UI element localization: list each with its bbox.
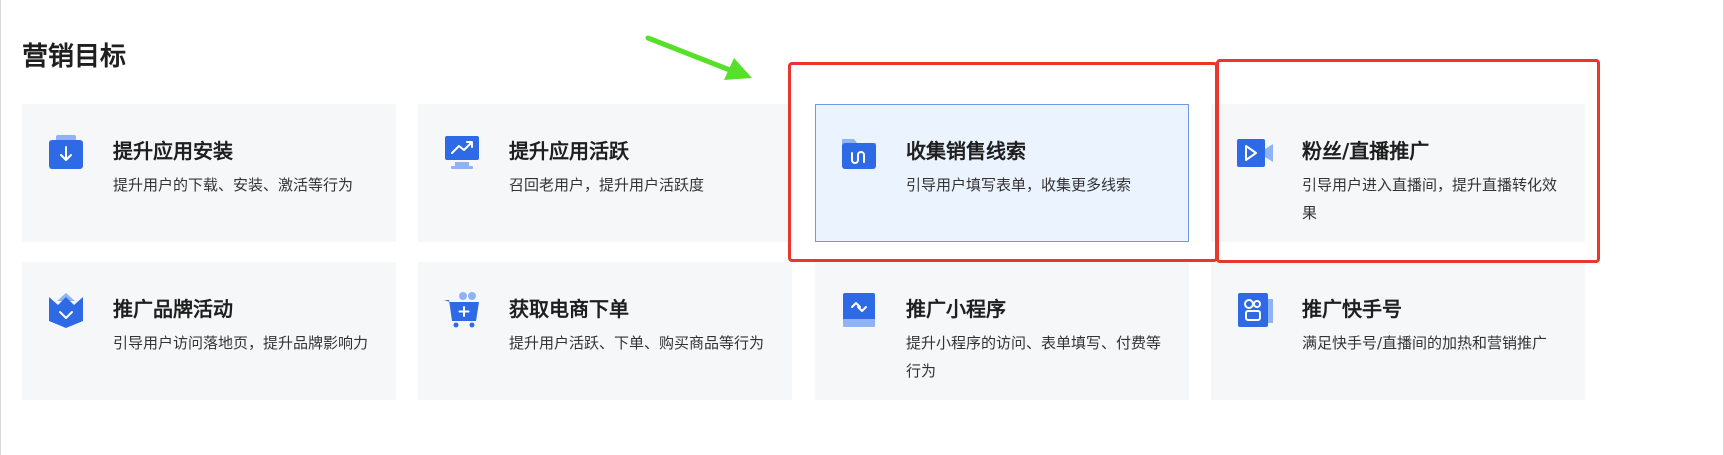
card-description: 召回老用户，提升用户活跃度	[509, 176, 705, 194]
card-app-install[interactable]: 提升应用安装 提升用户的下载、安装、激活等行为	[22, 104, 396, 242]
monitor-trend-icon	[445, 136, 479, 169]
card-description: 提升用户活跃、下单、购买商品等行为	[509, 334, 765, 352]
section-title: 营销目标	[22, 42, 127, 72]
card-title: 提升应用活跃	[509, 139, 629, 163]
card-title: 提升应用安装	[113, 139, 233, 163]
crown-icon	[49, 293, 83, 328]
card-ecommerce-order[interactable]: 获取电商下单 提升用户活跃、下单、购买商品等行为	[418, 262, 792, 400]
card-title: 推广快手号	[1302, 297, 1402, 321]
mini-program-icon	[843, 293, 875, 327]
shopping-cart-icon	[444, 292, 479, 328]
red-highlight-box	[1216, 59, 1600, 263]
card-description: 提升小程序的访问、表单填写、付费等行为	[906, 334, 1162, 380]
card-description: 引导用户访问落地页，提升品牌影响力	[113, 334, 369, 352]
green-arrow-annotation	[645, 35, 752, 80]
card-app-active[interactable]: 提升应用活跃 召回老用户，提升用户活跃度	[418, 104, 792, 242]
card-title: 获取电商下单	[509, 297, 629, 321]
red-highlight-box	[788, 62, 1218, 262]
kuaishou-account-icon	[1238, 293, 1273, 327]
card-description: 提升用户的下载、安装、激活等行为	[113, 176, 354, 194]
card-title: 推广小程序	[906, 297, 1006, 321]
card-title: 推广品牌活动	[113, 297, 233, 321]
download-folder-icon	[49, 135, 83, 169]
card-kuaishou-account[interactable]: 推广快手号 满足快手号/直播间的加热和营销推广	[1211, 262, 1585, 400]
card-description: 满足快手号/直播间的加热和营销推广	[1302, 334, 1548, 352]
card-brand-activity[interactable]: 推广品牌活动 引导用户访问落地页，提升品牌影响力	[22, 262, 396, 400]
card-mini-program[interactable]: 推广小程序 提升小程序的访问、表单填写、付费等行为	[815, 262, 1189, 400]
